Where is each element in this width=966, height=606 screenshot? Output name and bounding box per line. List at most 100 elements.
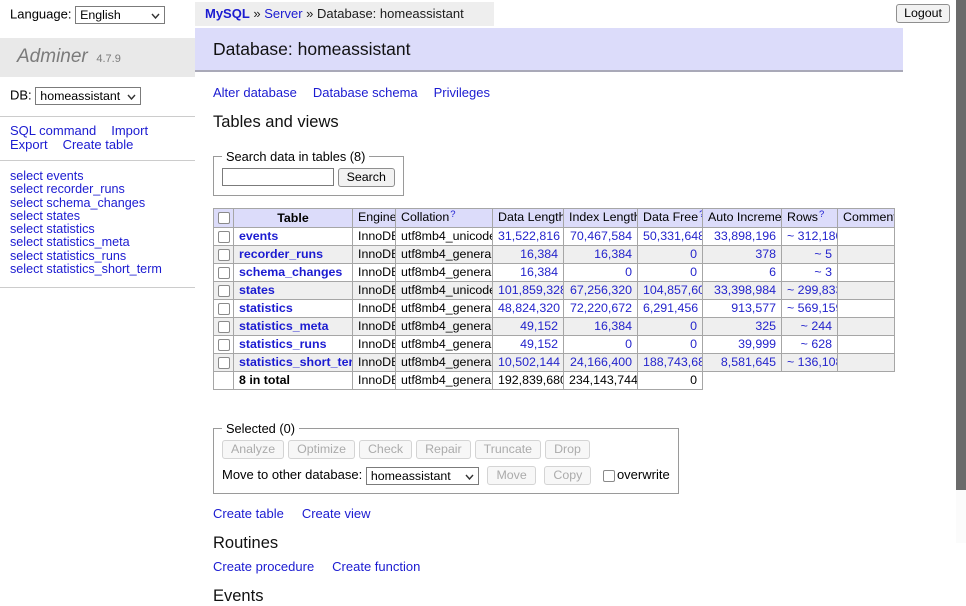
rows-count-link[interactable]: ~ 299,833: [787, 283, 838, 297]
logout-button[interactable]: Logout: [896, 4, 950, 23]
privileges-link[interactable]: Privileges: [434, 85, 490, 100]
auto-increment-link[interactable]: 33,398,984: [714, 283, 776, 297]
breadcrumb-link-server[interactable]: Server: [264, 6, 302, 21]
rows-count-link[interactable]: ~ 569,159: [787, 301, 838, 315]
language-select[interactable]: English: [75, 6, 165, 24]
search-input[interactable]: [222, 168, 334, 186]
data-free-link[interactable]: 0: [690, 247, 697, 261]
table-name-link[interactable]: statistics_meta: [239, 319, 329, 333]
sidebar-select-recorder-runs-link[interactable]: select recorder_runs: [10, 183, 195, 196]
select-all-checkbox[interactable]: [218, 212, 230, 224]
rows-count-link[interactable]: ~ 312,180: [787, 229, 838, 243]
move-button[interactable]: Move: [487, 466, 535, 485]
index-length-link[interactable]: 16,384: [594, 319, 632, 333]
bulk-truncate-button[interactable]: Truncate: [475, 440, 541, 459]
data-free-link[interactable]: 104,857,600: [643, 283, 703, 297]
bulk-analyze-button[interactable]: Analyze: [222, 440, 284, 459]
sidebar-select-statistics-meta-link[interactable]: select statistics_meta: [10, 236, 195, 249]
rows-count-link[interactable]: ~ 628: [801, 337, 832, 351]
row-checkbox[interactable]: [218, 267, 230, 279]
rows-count-link[interactable]: ~ 5: [814, 247, 832, 261]
auto-increment-link[interactable]: 33,898,196: [714, 229, 776, 243]
auto-increment-link[interactable]: 325: [755, 319, 776, 333]
table-name-link[interactable]: schema_changes: [239, 265, 342, 279]
engine-cell: InnoDB: [353, 318, 396, 336]
table-name-link[interactable]: states: [239, 283, 275, 297]
data-free-link[interactable]: 0: [690, 319, 697, 333]
row-checkbox[interactable]: [218, 249, 230, 261]
index-length-link[interactable]: 16,384: [594, 247, 632, 261]
alter-database-link[interactable]: Alter database: [213, 85, 297, 100]
sidebar-link-sql-command[interactable]: SQL command: [10, 123, 96, 138]
bulk-optimize-button[interactable]: Optimize: [288, 440, 355, 459]
rows-count-link[interactable]: ~ 244: [801, 319, 832, 333]
data-free-link[interactable]: 6,291,456: [643, 301, 698, 315]
data-length-link[interactable]: 16,384: [520, 265, 558, 279]
index-length-link[interactable]: 0: [625, 337, 632, 351]
data-length-link[interactable]: 49,152: [520, 337, 558, 351]
data-length-link[interactable]: 16,384: [520, 247, 558, 261]
adminer-logo-link[interactable]: Adminer: [17, 46, 88, 67]
table-name-link[interactable]: statistics_short_term: [239, 355, 353, 369]
sidebar-select-statistics-runs-link[interactable]: select statistics_runs: [10, 250, 195, 263]
table-name-link[interactable]: statistics: [239, 301, 293, 315]
auto-increment-link[interactable]: 39,999: [738, 337, 776, 351]
create-function-link[interactable]: Create function: [332, 559, 420, 574]
data-length-link[interactable]: 31,522,816: [498, 229, 560, 243]
table-name-link[interactable]: statistics_runs: [239, 337, 326, 351]
sidebar-select-schema-changes-link[interactable]: select schema_changes: [10, 197, 195, 210]
row-checkbox[interactable]: [218, 357, 230, 369]
bulk-check-button[interactable]: Check: [359, 440, 412, 459]
column-help-link[interactable]: ?: [819, 209, 824, 220]
data-free-link[interactable]: 188,743,680: [643, 355, 703, 369]
auto-increment-link[interactable]: 378: [755, 247, 776, 261]
row-checkbox[interactable]: [218, 321, 230, 333]
bulk-drop-button[interactable]: Drop: [545, 440, 590, 459]
scrollbar-thumb[interactable]: [956, 0, 966, 490]
data-free-link[interactable]: 0: [690, 265, 697, 279]
sidebar-select-states-link[interactable]: select states: [10, 210, 195, 223]
row-checkbox[interactable]: [218, 285, 230, 297]
data-length-link[interactable]: 101,859,328: [498, 283, 564, 297]
index-length-link[interactable]: 0: [625, 265, 632, 279]
index-length-link[interactable]: 72,220,672: [570, 301, 632, 315]
rows-count-link[interactable]: ~ 136,108: [787, 355, 838, 369]
sidebar-link-export[interactable]: Export: [10, 137, 48, 152]
data-length-link[interactable]: 10,502,144: [498, 355, 560, 369]
data-free-link[interactable]: 50,331,648: [643, 229, 703, 243]
auto-increment-link[interactable]: 913,577: [731, 301, 776, 315]
scrollbar-track[interactable]: [956, 0, 966, 543]
table-name-link[interactable]: events: [239, 229, 278, 243]
row-checkbox[interactable]: [218, 339, 230, 351]
overwrite-checkbox[interactable]: [603, 470, 615, 482]
sidebar-link-import[interactable]: Import: [111, 123, 148, 138]
sidebar-select-events-link[interactable]: select events: [10, 170, 195, 183]
sidebar-link-create-table[interactable]: Create table: [63, 137, 134, 152]
row-checkbox[interactable]: [218, 303, 230, 315]
search-button[interactable]: Search: [338, 168, 395, 187]
bulk-repair-button[interactable]: Repair: [416, 440, 471, 459]
index-length-link[interactable]: 67,256,320: [570, 283, 632, 297]
sidebar-select-statistics-short-term-link[interactable]: select statistics_short_term: [10, 263, 195, 276]
move-db-select[interactable]: homeassistant: [366, 467, 479, 485]
sidebar-select-statistics-link[interactable]: select statistics: [10, 223, 195, 236]
row-checkbox[interactable]: [218, 231, 230, 243]
auto-increment-link[interactable]: 6: [769, 265, 776, 279]
index-length-link[interactable]: 24,166,400: [570, 355, 632, 369]
table-name-link[interactable]: recorder_runs: [239, 247, 323, 261]
index-length-link[interactable]: 70,467,584: [570, 229, 632, 243]
data-free-link[interactable]: 0: [690, 337, 697, 351]
copy-button[interactable]: Copy: [544, 466, 591, 485]
create-procedure-link[interactable]: Create procedure: [213, 559, 314, 574]
auto-increment-link[interactable]: 8,581,645: [721, 355, 776, 369]
data-length-link[interactable]: 48,824,320: [498, 301, 560, 315]
database-schema-link[interactable]: Database schema: [313, 85, 418, 100]
data-length-link[interactable]: 49,152: [520, 319, 558, 333]
db-select[interactable]: homeassistant: [35, 87, 141, 105]
column-help-link[interactable]: ?: [699, 209, 702, 220]
breadcrumb-link-mysql[interactable]: MySQL: [205, 6, 250, 21]
create-table-link[interactable]: Create table: [213, 506, 284, 521]
column-help-link[interactable]: ?: [450, 209, 455, 220]
rows-count-link[interactable]: ~ 3: [814, 265, 832, 279]
create-view-link[interactable]: Create view: [302, 506, 371, 521]
